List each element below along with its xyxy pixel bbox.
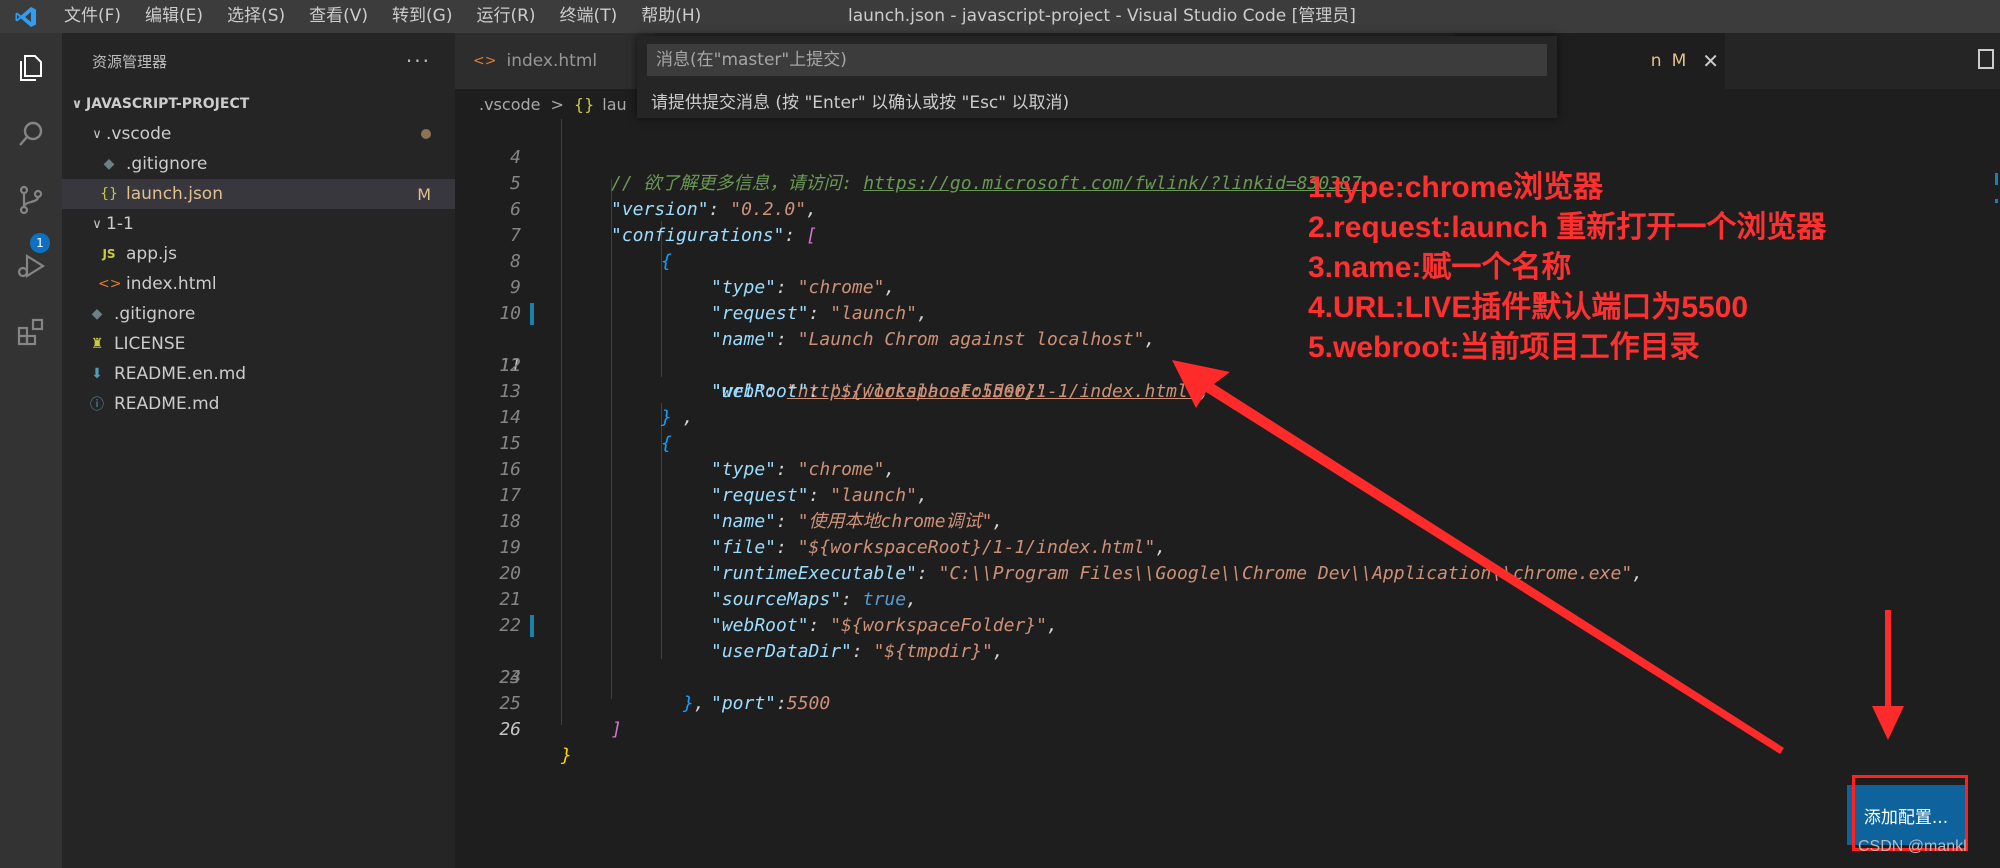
project-root[interactable]: ∨ JAVASCRIPT-PROJECT: [62, 89, 455, 119]
tree-item-vscode-folder[interactable]: ∨ .vscode: [62, 119, 455, 149]
menu-go[interactable]: 转到(G): [380, 0, 464, 33]
explorer-sidebar: 资源管理器 ··· ∨ JAVASCRIPT-PROJECT ∨ .vscode…: [62, 33, 455, 868]
quick-input-hint: 请提供提交消息 (按 "Enter" 以确认或按 "Esc" 以取消): [651, 93, 1070, 113]
tree-item-app-js[interactable]: JS app.js: [62, 239, 455, 269]
commit-message-input[interactable]: [647, 44, 1547, 76]
code-line: 4 // 欲了解更多信息，请访问: https://go.microsoft.c…: [510, 147, 1362, 194]
breadcrumb-separator: >: [550, 94, 564, 114]
modified-dot-icon: [421, 129, 431, 139]
license-icon: ♜: [90, 336, 104, 352]
tree-item-gitignore-vscode[interactable]: ◆ .gitignore: [62, 149, 455, 179]
chevron-down-icon: ∨: [92, 216, 102, 232]
code-line: 22 "userDataDir": "${tmpdir}",: [499, 615, 1004, 662]
tree-item-label: index.html: [126, 274, 217, 294]
tab-status: M: [1671, 51, 1687, 71]
json-file-icon: {}: [573, 94, 595, 114]
menu-view[interactable]: 查看(V): [297, 0, 380, 33]
code-line: 20 "sourceMaps": true,: [499, 563, 917, 610]
menu-run[interactable]: 运行(R): [464, 0, 547, 33]
minimap-change-marker: [1995, 173, 1998, 185]
extensions-icon[interactable]: [10, 311, 52, 353]
tree-item-label: 1-1: [106, 214, 134, 234]
gitignore-icon: ◆: [91, 306, 103, 322]
html-file-icon: <>: [473, 53, 497, 69]
tab-label: n: [1650, 51, 1662, 71]
info-icon: ⓘ: [90, 397, 104, 413]
tree-item-label: README.en.md: [114, 364, 247, 384]
watermark: CSDN @mankl: [1858, 838, 1967, 855]
code-line: 16 "request": "launch",: [499, 459, 928, 506]
tree-item-launch-json[interactable]: {} launch.json M: [62, 179, 455, 209]
code-line: 26 }: [499, 719, 572, 766]
code-line: 18 "file": "${workspaceRoot}/1-1/index.h…: [499, 511, 1167, 558]
chevron-down-icon: ∨: [92, 126, 102, 142]
tree-item-readme-en[interactable]: ⬇ README.en.md: [62, 359, 455, 389]
tab-label: index.html: [506, 51, 598, 71]
menu-file[interactable]: 文件(F): [52, 0, 133, 33]
code-line: 21 "webRoot": "${workspaceFolder}",: [499, 589, 1058, 636]
gitignore-icon: ◆: [103, 156, 115, 172]
explorer-icon[interactable]: [10, 47, 52, 89]
breadcrumb-folder[interactable]: .vscode: [479, 95, 540, 114]
title-bar: 文件(F) 编辑(E) 选择(S) 查看(V) 转到(G) 运行(R) 终端(T…: [0, 0, 2000, 33]
tree-item-label: .gitignore: [126, 154, 208, 174]
tree-item-label: README.md: [114, 394, 220, 414]
chevron-down-icon: ∨: [71, 96, 83, 112]
code-line: 15 "type": "chrome",: [499, 433, 896, 480]
minimap-change-marker: [1995, 199, 1998, 203]
annotation-line: 1.type:chrome浏览器: [1308, 171, 1604, 204]
breadcrumb-file[interactable]: lau: [602, 95, 626, 114]
more-actions-icon[interactable]: ···: [406, 49, 431, 73]
menu-edit[interactable]: 编辑(E): [133, 0, 215, 33]
vscode-logo-icon: [0, 0, 52, 33]
project-name: JAVASCRIPT-PROJECT: [86, 96, 250, 112]
tree-item-label: .gitignore: [114, 304, 196, 324]
commit-message-quick-input: 请提供提交消息 (按 "Enter" 以确认或按 "Esc" 以取消): [637, 36, 1557, 118]
html-file-icon: <>: [98, 276, 122, 292]
search-icon[interactable]: [10, 113, 52, 155]
editor-area: <> index.html n M ✕ .vscode > {} lau 4 /…: [455, 33, 2000, 868]
json-file-icon: {}: [100, 186, 118, 202]
code-line: 17 "name": "使用本地chrome调试",: [499, 485, 1004, 532]
menu-bar: 文件(F) 编辑(E) 选择(S) 查看(V) 转到(G) 运行(R) 终端(T…: [52, 0, 713, 33]
code-line: 23 "port":5500: [455, 613, 2000, 714]
annotation-line: 2.request:launch 重新打开一个浏览器: [1308, 211, 1827, 244]
tree-item-index-html[interactable]: <> index.html: [62, 269, 455, 299]
code-line: 19 "runtimeExecutable": "C:\\Program Fil…: [499, 537, 1643, 584]
activity-bar: 1: [0, 33, 62, 868]
annotation-line: 4.URL:LIVE插件默认端口为5500: [1308, 291, 1749, 324]
tree-item-label: launch.json: [126, 184, 223, 204]
tree-item-label: LICENSE: [114, 334, 186, 354]
menu-selection[interactable]: 选择(S): [215, 0, 297, 33]
code-line: 25 ]: [499, 693, 622, 740]
tree-item-label: app.js: [126, 244, 177, 264]
tab-index-html[interactable]: <> index.html: [455, 33, 655, 89]
annotation-line: 5.webroot:当前项目工作目录: [1308, 331, 1700, 364]
menu-terminal[interactable]: 终端(T): [548, 0, 630, 33]
tree-item-1-1-folder[interactable]: ∨ 1-1: [62, 209, 455, 239]
code-line: 24 },: [499, 667, 705, 714]
menu-help[interactable]: 帮助(H): [629, 0, 713, 33]
window-title: launch.json - javascript-project - Visua…: [848, 6, 1356, 26]
close-icon[interactable]: ✕: [1702, 49, 1719, 73]
markdown-icon: ⬇: [91, 366, 103, 382]
annotation-line: 3.name:赋一个名称: [1308, 251, 1572, 284]
explorer-header: 资源管理器 ···: [62, 33, 455, 89]
annotation-notes: 1.type:chrome浏览器 2.request:launch 重新打开一个…: [1308, 168, 1826, 368]
explorer-title: 资源管理器: [92, 52, 168, 71]
tree-item-readme[interactable]: ⓘ README.md: [62, 389, 455, 419]
split-editor-icon[interactable]: [1978, 49, 1994, 69]
tree-item-label: .vscode: [106, 124, 172, 144]
run-debug-icon[interactable]: [10, 245, 52, 287]
source-control-icon[interactable]: [10, 179, 52, 221]
tree-item-gitignore-root[interactable]: ◆ .gitignore: [62, 299, 455, 329]
git-status-badge: M: [417, 184, 431, 204]
tree-item-license[interactable]: ♜ LICENSE: [62, 329, 455, 359]
js-file-icon: JS: [102, 247, 116, 261]
code-line: 14 {: [499, 407, 672, 454]
